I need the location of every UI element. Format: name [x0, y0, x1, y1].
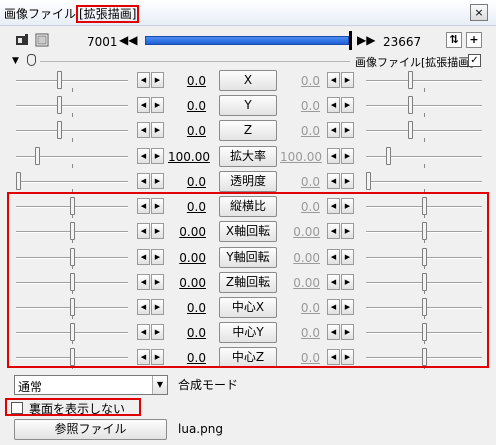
start-slider-track[interactable]	[16, 156, 128, 158]
end-frame: 23667	[383, 35, 422, 49]
end-increment-icon[interactable]: ▶	[341, 148, 354, 164]
end-increment-icon[interactable]: ▶	[341, 173, 354, 189]
start-increment-icon[interactable]: ▶	[151, 173, 164, 189]
end-slider-track[interactable]	[366, 181, 482, 183]
file-name: lua.png	[178, 422, 223, 436]
start-slider-tick	[72, 88, 73, 92]
collapse-triangle-icon[interactable]: ▼	[12, 56, 19, 66]
end-decrement-icon[interactable]: ◀	[327, 72, 340, 88]
window-title-highlight: [拡張描画]	[76, 5, 140, 23]
blend-mode-label: 合成モード	[178, 378, 239, 392]
start-slider-thumb[interactable]	[16, 172, 21, 190]
title-bar: 画像ファイル [拡張描画] ×	[0, 0, 496, 26]
end-slider-tick	[424, 113, 425, 117]
mouse-icon	[27, 54, 36, 66]
param-button[interactable]: Z	[219, 120, 277, 141]
seek-start-icon[interactable]: ◀◀	[119, 31, 137, 49]
start-slider-thumb[interactable]	[57, 71, 62, 89]
timeline-bar[interactable]	[145, 36, 349, 45]
end-value[interactable]: 0.0	[280, 74, 320, 88]
end-increment-icon[interactable]: ▶	[341, 72, 354, 88]
end-slider-track[interactable]	[366, 80, 482, 82]
param-row: ◀ ▶ 100.00 拡大率 100.00 ◀ ▶	[0, 144, 496, 169]
param-button[interactable]: 透明度	[219, 171, 277, 192]
start-value[interactable]: 0.0	[168, 74, 206, 88]
end-decrement-icon[interactable]: ◀	[327, 173, 340, 189]
object-row: ▼ 画像ファイル[拡張描画] ✓	[0, 54, 496, 69]
start-slider-track[interactable]	[16, 105, 128, 107]
refresh-icon[interactable]: ⇅	[446, 32, 462, 48]
blend-mode-select[interactable]: 通常 ▼	[14, 375, 168, 395]
param-button[interactable]: 拡大率	[219, 146, 277, 167]
highlight-box	[7, 192, 489, 368]
end-value[interactable]: 0.0	[280, 99, 320, 113]
param-button[interactable]: X	[219, 70, 277, 91]
end-value[interactable]: 0.0	[280, 175, 320, 189]
start-increment-icon[interactable]: ▶	[151, 148, 164, 164]
end-slider-tick	[424, 88, 425, 92]
end-slider-track[interactable]	[366, 156, 482, 158]
start-slider-track[interactable]	[16, 130, 128, 132]
timeline-end-marker	[349, 31, 352, 50]
close-button[interactable]: ×	[470, 4, 488, 21]
start-value[interactable]: 0.0	[168, 124, 206, 138]
start-value[interactable]: 0.0	[168, 175, 206, 189]
end-value[interactable]: 100.00	[280, 150, 322, 164]
param-row: ◀ ▶ 0.0 Z 0.0 ◀ ▶	[0, 118, 496, 143]
start-decrement-icon[interactable]: ◀	[137, 72, 150, 88]
start-decrement-icon[interactable]: ◀	[137, 173, 150, 189]
end-slider-thumb[interactable]	[408, 96, 413, 114]
start-slider-tick	[72, 138, 73, 142]
window-title: 画像ファイル [拡張描画]	[4, 5, 140, 23]
param-row: ◀ ▶ 0.0 Y 0.0 ◀ ▶	[0, 93, 496, 118]
add-icon[interactable]: +	[466, 32, 482, 48]
start-frame: 7001	[87, 35, 118, 49]
end-slider-thumb[interactable]	[408, 71, 413, 89]
toolbar: 7001 ◀◀ ▶▶ 23667 ⇅ +	[0, 26, 496, 54]
frame-icon[interactable]	[35, 33, 49, 47]
end-slider-track[interactable]	[366, 130, 482, 132]
start-slider-track[interactable]	[16, 80, 128, 82]
start-increment-icon[interactable]: ▶	[151, 122, 164, 138]
start-slider-track[interactable]	[16, 181, 128, 183]
end-slider-tick	[424, 138, 425, 142]
reference-file-button[interactable]: 参照ファイル	[14, 419, 167, 440]
end-value[interactable]: 0.0	[280, 124, 320, 138]
end-increment-icon[interactable]: ▶	[341, 97, 354, 113]
backface-checkbox[interactable]	[11, 402, 23, 414]
start-decrement-icon[interactable]: ◀	[137, 148, 150, 164]
start-decrement-icon[interactable]: ◀	[137, 122, 150, 138]
start-value[interactable]: 100.00	[168, 150, 210, 164]
start-increment-icon[interactable]: ▶	[151, 72, 164, 88]
end-slider-thumb[interactable]	[366, 172, 371, 190]
chevron-down-icon[interactable]: ▼	[152, 376, 167, 394]
end-slider-thumb[interactable]	[408, 121, 413, 139]
end-slider-tick	[424, 164, 425, 168]
end-increment-icon[interactable]: ▶	[341, 122, 354, 138]
blend-mode-value: 通常	[18, 380, 43, 394]
backface-option[interactable]: 裏面を表示しない	[5, 398, 141, 416]
start-slider-tick	[72, 164, 73, 168]
window-title-prefix: 画像ファイル	[4, 7, 77, 21]
end-slider-thumb[interactable]	[386, 147, 391, 165]
end-decrement-icon[interactable]: ◀	[327, 148, 340, 164]
divider	[40, 61, 350, 62]
backface-label: 裏面を表示しない	[29, 402, 126, 416]
param-row: ◀ ▶ 0.0 透明度 0.0 ◀ ▶	[0, 169, 496, 194]
param-button[interactable]: Y	[219, 95, 277, 116]
camera-icon[interactable]	[15, 33, 29, 47]
start-slider-tick	[72, 113, 73, 117]
start-increment-icon[interactable]: ▶	[151, 97, 164, 113]
start-value[interactable]: 0.0	[168, 99, 206, 113]
start-slider-thumb[interactable]	[57, 96, 62, 114]
end-decrement-icon[interactable]: ◀	[327, 122, 340, 138]
end-slider-track[interactable]	[366, 105, 482, 107]
seek-end-icon[interactable]: ▶▶	[357, 31, 375, 49]
end-decrement-icon[interactable]: ◀	[327, 97, 340, 113]
start-decrement-icon[interactable]: ◀	[137, 97, 150, 113]
param-row: ◀ ▶ 0.0 X 0.0 ◀ ▶	[0, 68, 496, 93]
start-slider-thumb[interactable]	[35, 147, 40, 165]
start-slider-thumb[interactable]	[57, 121, 62, 139]
object-enabled-checkbox[interactable]: ✓	[468, 54, 481, 67]
